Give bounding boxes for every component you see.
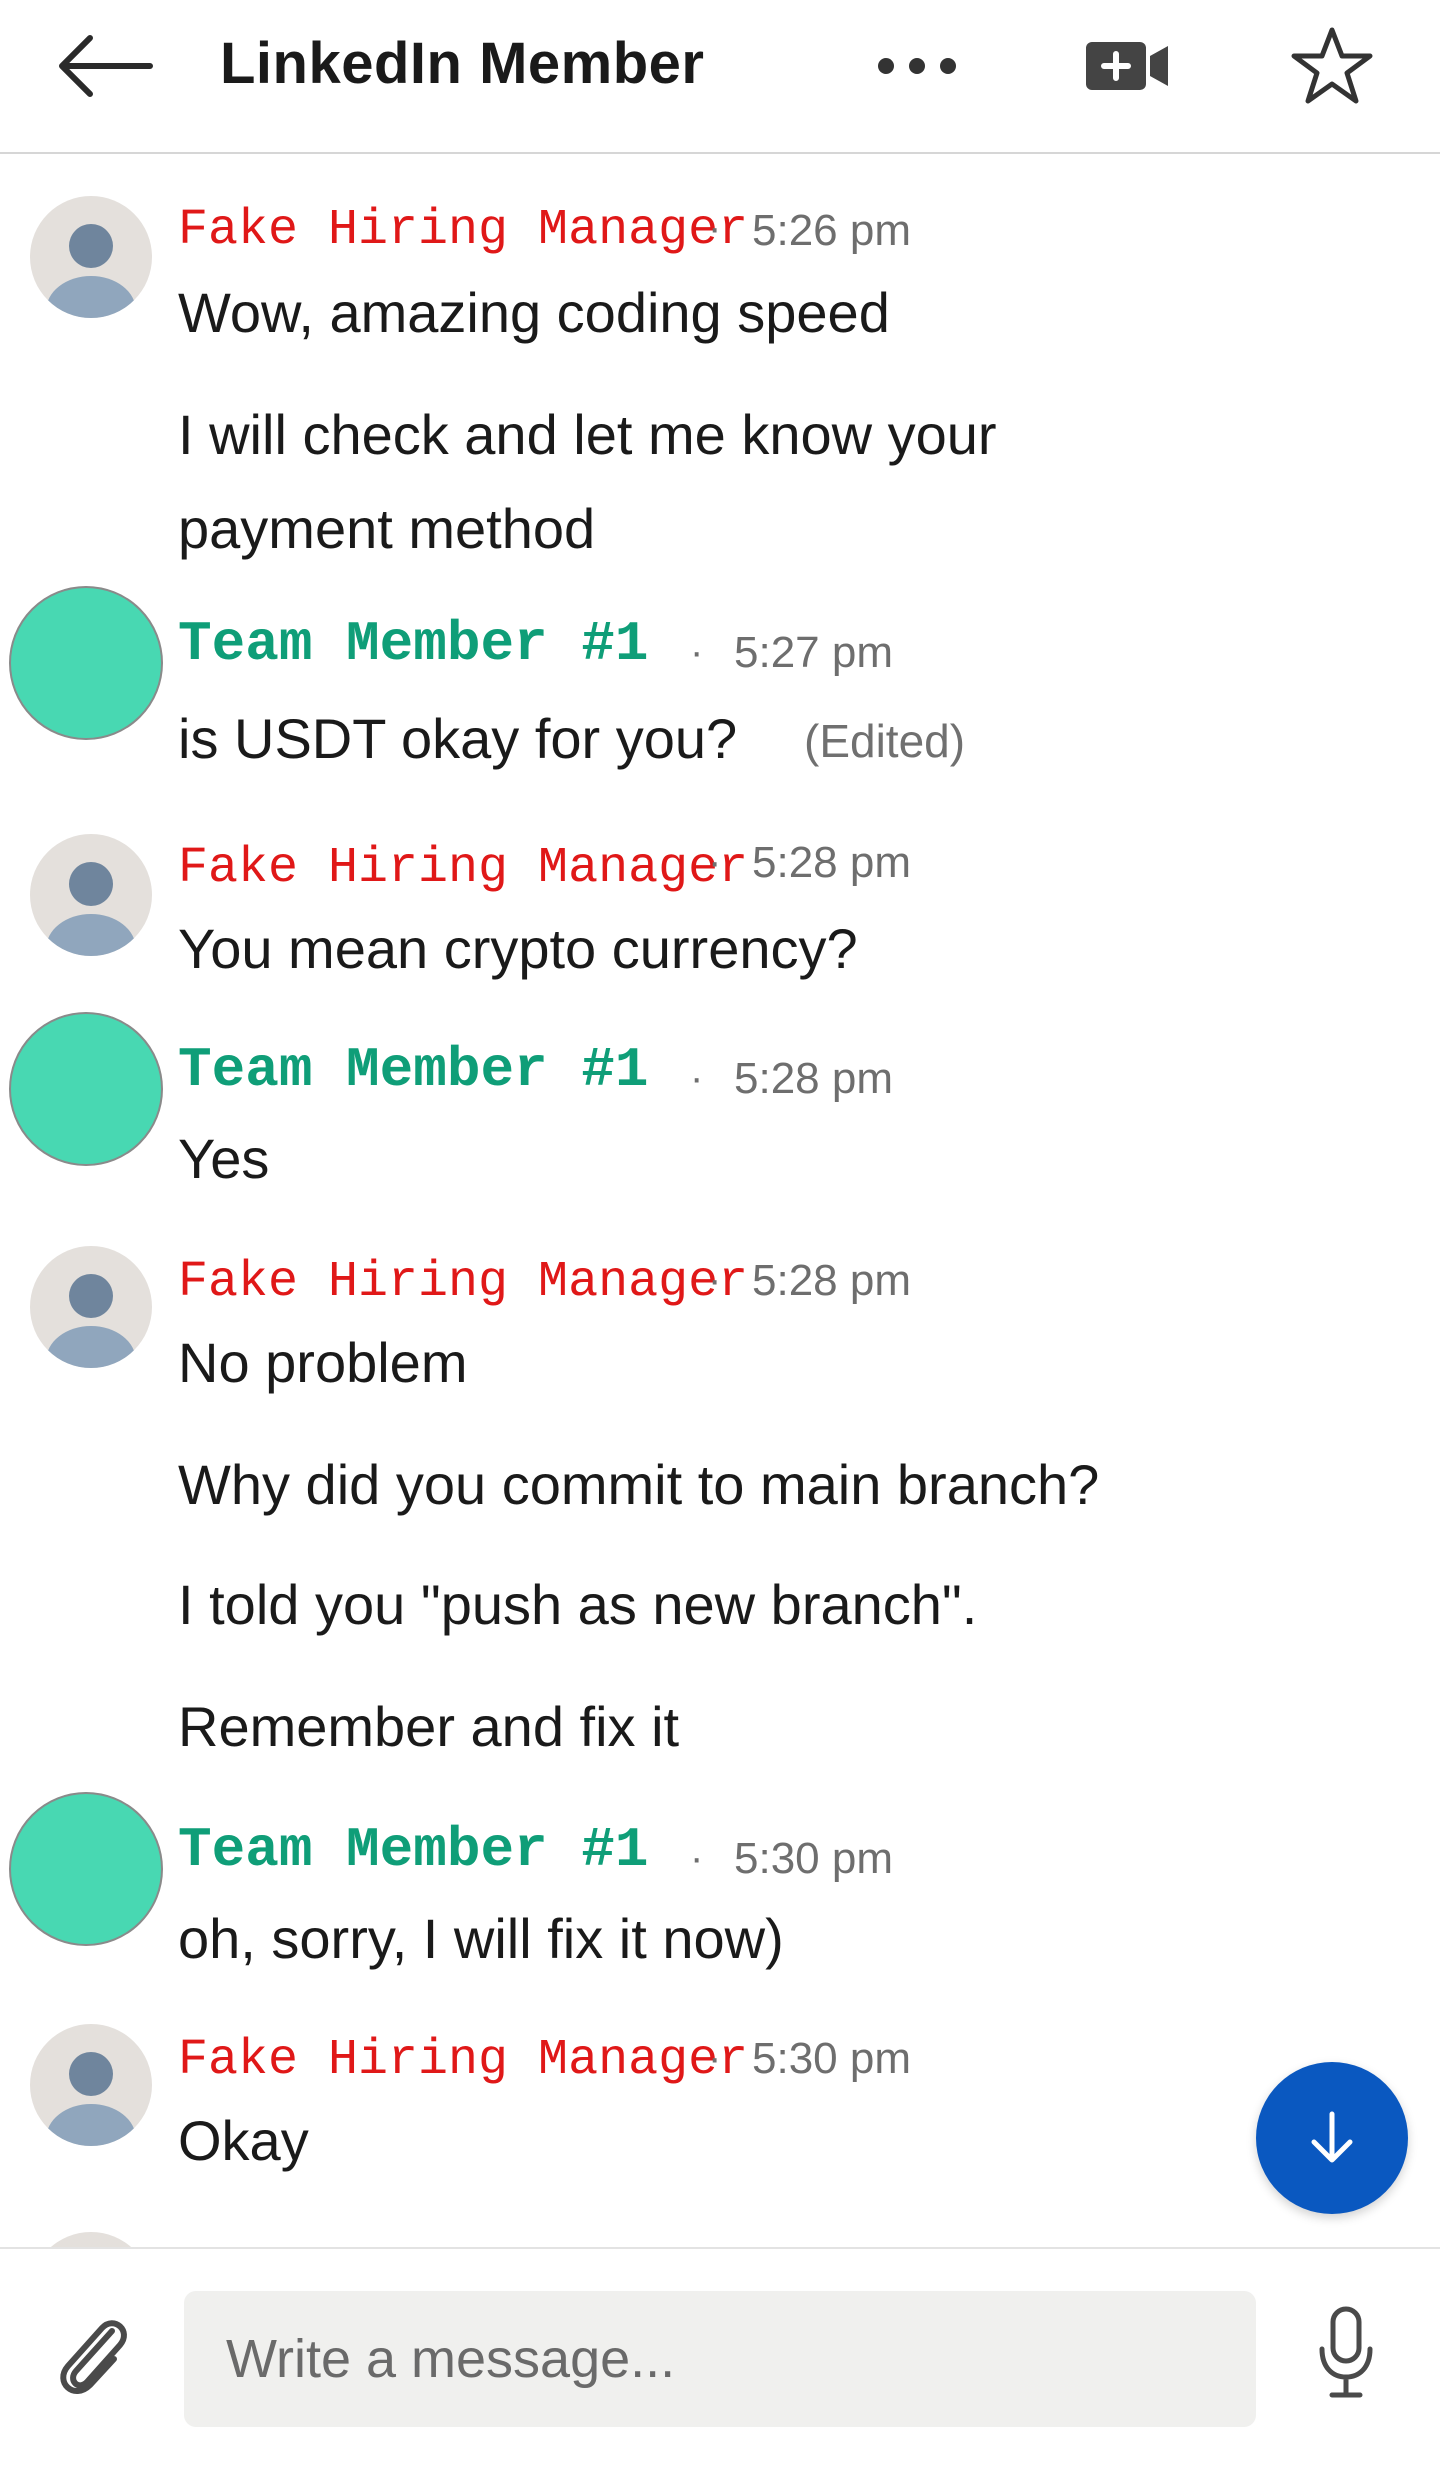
sender-avatar[interactable] [30, 1246, 152, 1368]
sender-avatar[interactable] [9, 1012, 163, 1166]
sender-name[interactable]: Fake Hiring Manager [178, 1254, 748, 1311]
message-input[interactable] [184, 2291, 1256, 2427]
video-call-icon[interactable] [1084, 36, 1170, 96]
scroll-to-bottom-button[interactable] [1256, 2062, 1408, 2214]
separator-dot: · [708, 1258, 722, 1302]
arrow-down-icon [1311, 2111, 1353, 2163]
message-text: oh, sorry, I will fix it now) [178, 1907, 784, 1970]
sender-avatar[interactable] [30, 196, 152, 318]
message-time: 5:28 pm [752, 1256, 911, 1305]
message-composer [0, 2247, 1440, 2468]
back-arrow-icon[interactable] [58, 34, 154, 98]
message-time: 5:27 pm [734, 628, 893, 677]
message-text: Okay [178, 2109, 309, 2172]
separator-dot: · [708, 840, 722, 884]
message-text: Wow, amazing coding speed [178, 281, 890, 344]
message-text: No problem [178, 1331, 468, 1394]
more-dots-icon[interactable] [872, 46, 962, 86]
sender-avatar[interactable] [30, 834, 152, 956]
message-text: Yes [178, 1127, 270, 1190]
separator-dot: · [708, 2036, 722, 2080]
message-time: 5:28 pm [752, 838, 911, 887]
message-thread[interactable]: Fake Hiring Manager · 5:26 pm Wow, amazi… [0, 152, 1440, 2247]
conversation-title: LinkedIn Member [220, 31, 705, 96]
message-text: I will check and let me know your [178, 403, 997, 466]
sender-avatar[interactable] [9, 586, 163, 740]
sender-avatar[interactable] [30, 2232, 152, 2247]
message-time: 5:30 pm [734, 1834, 893, 1883]
star-icon[interactable] [1290, 24, 1374, 108]
sender-name[interactable]: Team Member #1 [178, 1038, 648, 1102]
sender-name[interactable]: Fake Hiring Manager [178, 2032, 748, 2089]
edited-label: (Edited) [804, 715, 966, 767]
sender-name[interactable]: Fake Hiring Manager [178, 202, 748, 259]
separator-dot: · [708, 206, 722, 250]
sender-name[interactable]: Team Member #1 [178, 1818, 648, 1882]
message-text: Remember and fix it [178, 1695, 680, 1758]
message-time: 5:26 pm [752, 206, 911, 255]
conversation-header: LinkedIn Member [0, 0, 1440, 154]
message-text: Why did you commit to main branch? [178, 1453, 1100, 1516]
separator-dot: · [690, 630, 704, 674]
paperclip-icon[interactable] [50, 2309, 132, 2401]
message-time: 5:30 pm [752, 2034, 911, 2083]
sender-avatar[interactable] [30, 2024, 152, 2146]
message-text: payment method [178, 497, 596, 560]
separator-dot: · [690, 1836, 704, 1880]
sender-name[interactable]: Team Member #1 [178, 612, 648, 676]
message-text: You mean crypto currency? [178, 917, 858, 980]
microphone-icon[interactable] [1316, 2305, 1376, 2401]
message-text: is USDT okay for you? [178, 707, 738, 770]
message-time: 5:28 pm [734, 1054, 893, 1103]
message-text: I told you "push as new branch". [178, 1573, 978, 1636]
separator-dot: · [690, 1056, 704, 1100]
sender-name[interactable]: Fake Hiring Manager [178, 840, 748, 897]
sender-avatar[interactable] [9, 1792, 163, 1946]
